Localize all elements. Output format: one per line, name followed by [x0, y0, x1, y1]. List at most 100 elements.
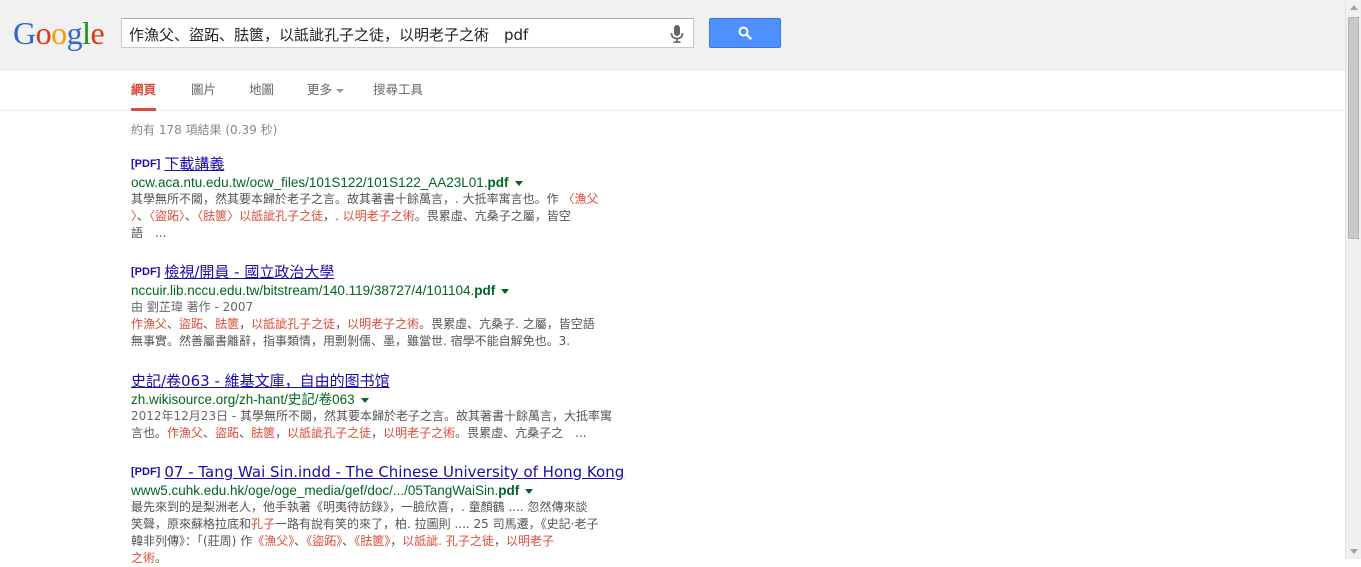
search-input[interactable] — [129, 23, 659, 45]
filetype-badge: [PDF] — [131, 158, 161, 170]
snippet-text: 、 — [185, 209, 198, 223]
result-title-link[interactable]: 檢視/開員 - 國立政治大學 — [164, 263, 334, 281]
logo-letter: e — [90, 15, 105, 51]
microphone-icon[interactable] — [670, 25, 684, 43]
result-title-line: [PDF] 檢視/開員 - 國立政治大學 — [131, 263, 651, 281]
tab-search-tools[interactable]: 搜尋工具 — [373, 70, 423, 111]
snippet-text: 、 — [203, 426, 216, 440]
result-snippet: 2012年12月23日 - 其學無所不闚，然其要本歸於老子之言。故其著書十餘萬言… — [131, 408, 651, 442]
search-result: 史記/卷063 - 維基文庫，自由的图书馆 zh.wikisource.org/… — [131, 372, 651, 442]
snippet-highlight: 《漁父》 — [252, 534, 295, 548]
result-url: ocw.aca.ntu.edu.tw/ocw_files/101S122/101… — [131, 174, 651, 191]
search-result: [PDF] 07 - Tang Wai Sin.indd - The Chines… — [131, 463, 651, 567]
tab-label: 地圖 — [249, 82, 275, 97]
vertical-scrollbar[interactable] — [1345, 0, 1361, 559]
logo-letter: g — [66, 15, 83, 51]
snippet-highlight: 胠篋 — [215, 317, 240, 331]
snippet-text: ， — [371, 426, 384, 440]
url-dropdown-icon[interactable] — [514, 180, 523, 186]
result-url-text: ocw.aca.ntu.edu.tw/ocw_files/101S122/101… — [131, 175, 488, 190]
url-dropdown-icon[interactable] — [525, 488, 534, 494]
result-snippet: 作漁父、盜跖、胠篋，以詆訿孔子之徒，以明老子之術。畏累虛、亢桑子. 之屬，皆空語… — [131, 316, 651, 350]
search-result: [PDF] 檢視/開員 - 國立政治大學 nccuir.lib.nccu.edu.… — [131, 263, 651, 350]
result-snippet: 其學無所不闚，然其要本歸於老子之言。故其著書十餘萬言，. 大抵率寓言也。作 〈漁… — [131, 191, 651, 242]
scroll-up-arrow-icon[interactable] — [1350, 5, 1358, 10]
search-icon — [738, 26, 752, 40]
scroll-down-arrow-icon[interactable] — [1350, 549, 1358, 554]
snippet-highlight: 以詆訿孔子之徒 — [287, 426, 372, 440]
snippet-highlight: 《胠篋》 — [354, 534, 391, 548]
result-author-meta: 由 劉芷瑋 著作 - 2007 — [131, 300, 254, 314]
snippet-text: 、 — [137, 209, 150, 223]
snippet-text: 、 — [203, 317, 216, 331]
logo-letter: G — [13, 15, 36, 51]
url-dropdown-icon[interactable] — [360, 397, 369, 403]
tab-label: 搜尋工具 — [373, 82, 424, 97]
logo-letter: o — [51, 15, 67, 51]
snippet-text: 、 — [239, 426, 252, 440]
snippet-highlight: 《盜跖》 — [306, 534, 343, 548]
result-url-text: www5.cuhk.edu.hk/oge/oge_media/gef/doc/.… — [131, 483, 499, 498]
snippet-text: 、 — [342, 534, 355, 548]
result-snippet: 最先來到的是梨洲老人，他手執著《明夷待訪錄》，一臉欣喜，. 童顏鶴 .... 忽… — [131, 499, 651, 567]
result-url-bold: pdf — [498, 483, 520, 498]
snippet-highlight: 以詆訿. 孔子之徒 — [402, 534, 494, 548]
result-title-link[interactable]: 史記/卷063 - 維基文庫，自由的图书馆 — [131, 372, 390, 390]
tab-label: 更多 — [307, 82, 333, 97]
snippet-text: 。 — [155, 551, 168, 565]
tab-maps[interactable]: 地圖 — [249, 70, 274, 111]
tab-label: 網頁 — [131, 82, 157, 97]
snippet-highlight: 以明老子之術 — [383, 426, 456, 440]
snippet-text: ， — [493, 534, 506, 548]
chevron-down-icon — [336, 88, 345, 93]
snippet-highlight: 以明老子 — [505, 534, 554, 548]
logo-letter: o — [35, 15, 52, 51]
filetype-badge: [PDF] — [131, 266, 161, 278]
snippet-highlight: 盜跖 — [179, 317, 204, 331]
snippet-highlight: 盜跖 — [215, 426, 240, 440]
snippet-text: 、 — [294, 534, 307, 548]
snippet-highlight: 〈胠篋〉以詆訿孔子之徒 — [197, 209, 324, 223]
result-title-link[interactable]: 下載講義 — [164, 155, 224, 173]
snippet-text: 。畏累虛、亢桑子之 ... — [455, 426, 587, 440]
tab-label: 圖片 — [191, 82, 217, 97]
top-bar: Google — [0, 0, 1345, 70]
tab-web[interactable]: 網頁 — [131, 70, 157, 111]
search-result: [PDF] 下載講義 ocw.aca.ntu.edu.tw/ocw_files/1… — [131, 155, 651, 242]
snippet-text: 作 — [240, 534, 253, 548]
snippet-text: 其學無所不闚，然其要本歸於老子之言。故其著書十餘萬言，. 大抵率寓言也。作 — [131, 192, 563, 206]
tab-images[interactable]: 圖片 — [191, 70, 216, 111]
snippet-text: 、 — [167, 317, 180, 331]
snippet-highlight: 之術 — [131, 551, 156, 565]
snippet-highlight: 作漁父 — [167, 426, 204, 440]
snippet-date: 2012年12月23日 - — [131, 409, 241, 423]
result-title-link[interactable]: 07 - Tang Wai Sin.indd - The Chinese Uni… — [164, 463, 624, 481]
scrollbar-thumb[interactable] — [1348, 17, 1359, 239]
snippet-text: ， — [275, 426, 288, 440]
snippet-text: ，. — [323, 209, 343, 223]
result-url-bold: pdf — [474, 283, 496, 298]
url-dropdown-icon[interactable] — [501, 288, 510, 294]
search-nav: 網頁 圖片 地圖 更多 搜尋工具 — [0, 70, 1345, 111]
logo-letter: l — [82, 15, 91, 51]
snippet-text: ， — [239, 317, 252, 331]
result-url: nccuir.lib.nccu.edu.tw/bitstream/140.119… — [131, 282, 651, 299]
result-title-line: 史記/卷063 - 維基文庫，自由的图书馆 — [131, 372, 651, 390]
google-logo[interactable]: Google — [13, 15, 105, 51]
search-button[interactable] — [709, 18, 781, 48]
result-stats: 約有 178 項結果 (0.39 秒) — [131, 123, 278, 137]
snippet-text: ， — [335, 317, 348, 331]
result-title-line: [PDF] 07 - Tang Wai Sin.indd - The Chines… — [131, 463, 651, 481]
result-url-text: zh.wikisource.org/zh-hant/史記/卷063 — [131, 392, 355, 407]
result-title-line: [PDF] 下載講義 — [131, 155, 651, 173]
search-box — [121, 18, 694, 48]
tab-more[interactable]: 更多 — [307, 70, 345, 111]
snippet-text: ， — [390, 534, 403, 548]
snippet-highlight: 以明老子之術 — [342, 209, 415, 223]
snippet-highlight: 胠篋 — [251, 426, 276, 440]
result-url-text: nccuir.lib.nccu.edu.tw/bitstream/140.119… — [131, 283, 475, 298]
result-url: zh.wikisource.org/zh-hant/史記/卷063 — [131, 391, 651, 408]
snippet-highlight: 〈盜跖〉 — [149, 209, 186, 223]
snippet-highlight: 孔子 — [251, 517, 276, 531]
filetype-badge: [PDF] — [131, 466, 161, 478]
